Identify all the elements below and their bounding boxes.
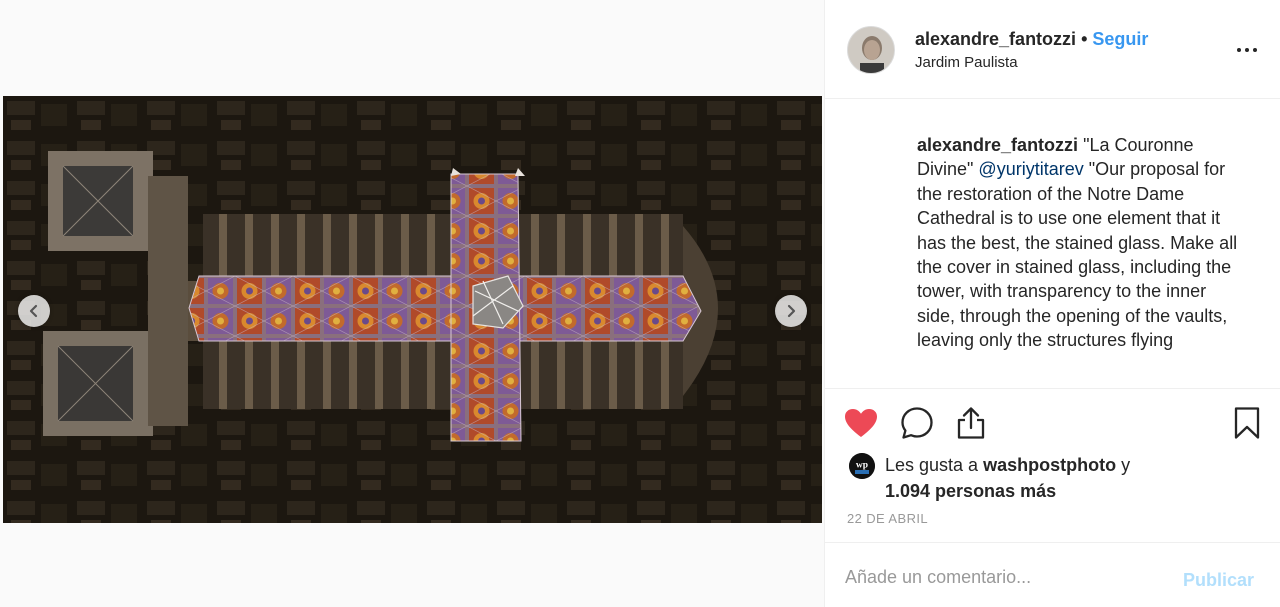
avatar-photo — [848, 27, 894, 73]
share-upload-icon — [957, 407, 985, 439]
save-button[interactable] — [1229, 405, 1265, 441]
svg-text:wp: wp — [856, 461, 868, 471]
cathedral-aerial-image — [3, 96, 822, 523]
share-button[interactable] — [953, 405, 989, 441]
post-location[interactable]: Jardim Paulista — [915, 54, 1018, 71]
comment-bar: Publicar — [825, 542, 1280, 607]
bookmark-icon — [1234, 407, 1260, 439]
liker-username[interactable]: washpostphoto — [983, 455, 1116, 475]
like-button[interactable] — [843, 405, 879, 441]
next-image-button[interactable] — [775, 295, 807, 327]
likes-others-link[interactable]: 1.094 personas más — [885, 481, 1056, 501]
author-line: alexandre_fantozzi • Seguir — [915, 29, 1148, 50]
comment-bubble-icon — [901, 407, 933, 439]
author-avatar[interactable] — [847, 26, 895, 74]
comment-input[interactable] — [845, 567, 1165, 588]
action-bar — [825, 388, 1280, 458]
previous-image-button[interactable] — [18, 295, 50, 327]
likes-prefix: Les gusta a — [885, 455, 984, 475]
likes-text: Les gusta a washpostphoto y 1.094 person… — [885, 452, 1265, 504]
post-caption: alexandre_fantozzi "La Couronne Divine" … — [917, 133, 1247, 388]
chevron-right-icon — [787, 304, 796, 318]
heart-icon — [845, 409, 877, 437]
caption-text: "Our proposal for the restoration of the… — [917, 159, 1238, 351]
post-photo[interactable] — [3, 96, 822, 523]
post-date[interactable]: 22 DE ABRIL — [847, 511, 928, 526]
more-options-button[interactable] — [1235, 38, 1259, 62]
likes-conjunction: y — [1116, 455, 1131, 475]
tower-north — [48, 151, 153, 251]
caption-mention[interactable]: @yuriytitarev — [978, 159, 1083, 179]
separator-dot: • — [1081, 29, 1088, 49]
follow-button[interactable]: Seguir — [1092, 29, 1148, 49]
tower-south — [43, 331, 153, 436]
washpost-logo-icon: wp — [849, 453, 875, 479]
post-header: alexandre_fantozzi • Seguir Jardim Pauli… — [825, 0, 1280, 99]
post-side-panel: alexandre_fantozzi • Seguir Jardim Pauli… — [824, 0, 1280, 607]
caption-username[interactable]: alexandre_fantozzi — [917, 135, 1078, 155]
chevron-left-icon — [29, 304, 38, 318]
author-username[interactable]: alexandre_fantozzi — [915, 29, 1076, 49]
comment-button[interactable] — [899, 405, 935, 441]
publish-comment-button[interactable]: Publicar — [1183, 570, 1254, 591]
post-media-area — [0, 0, 824, 607]
more-dots-icon — [1237, 48, 1257, 52]
liker-avatar[interactable]: wp — [849, 453, 875, 479]
